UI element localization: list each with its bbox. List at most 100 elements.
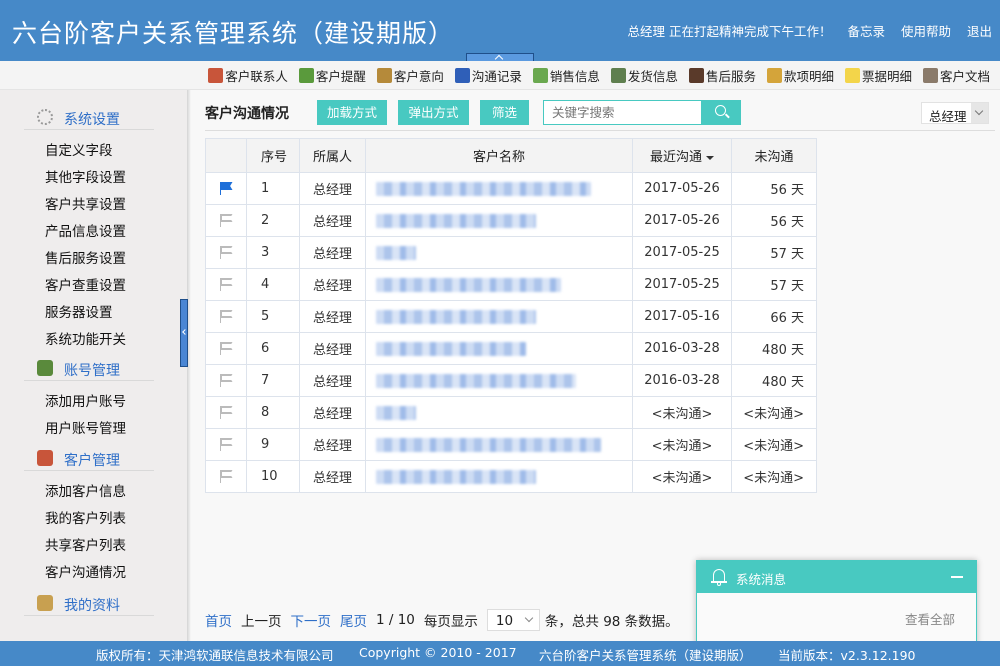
sidebar-item[interactable]: 系统功能开关 [45, 328, 126, 348]
row-customer-name[interactable] [365, 396, 633, 429]
row-customer-name[interactable] [365, 204, 633, 237]
header-collapse-button[interactable] [466, 53, 534, 64]
toolbar-item-label: 客户意向 [393, 69, 444, 84]
toolbar-item-8[interactable]: 票据明细 [844, 66, 912, 85]
row-index: 4 [246, 268, 300, 301]
sidebar-item[interactable]: 自定义字段 [45, 139, 113, 159]
filter-button[interactable]: 筛选 [480, 100, 529, 125]
sidebar-group-label: 客户管理 [64, 453, 120, 469]
search-button[interactable] [701, 100, 741, 125]
load-mode-button[interactable]: 加载方式 [317, 100, 387, 125]
sidebar-item[interactable]: 添加客户信息 [45, 480, 126, 500]
table-row[interactable]: 6 总经理 2016-03-28 480 天 [205, 332, 817, 365]
toolbar-item-0[interactable]: 客户联系人 [208, 66, 288, 85]
sidebar-group-0[interactable]: 系统设置 [24, 104, 154, 130]
sidebar-item[interactable]: 共享客户列表 [45, 534, 126, 554]
row-index: 6 [246, 332, 300, 365]
sidebar-item[interactable]: 用户账号管理 [45, 417, 126, 437]
flag-cell[interactable] [205, 236, 247, 269]
divider [205, 130, 995, 131]
table-row[interactable]: 2 总经理 2017-05-26 56 天 [205, 204, 817, 237]
flag-cell[interactable] [205, 204, 247, 237]
toolbar-item-3[interactable]: 沟通记录 [454, 66, 522, 85]
row-owner: 总经理 [299, 300, 366, 333]
table-row[interactable]: 3 总经理 2017-05-25 57 天 [205, 236, 817, 269]
row-index: 1 [246, 172, 300, 205]
toolbar-item-4[interactable]: 销售信息 [532, 66, 600, 85]
table-row[interactable]: 5 总经理 2017-05-16 66 天 [205, 300, 817, 333]
flag-icon[interactable] [219, 406, 233, 419]
sidebar-group-3[interactable]: 我的资料 [24, 590, 154, 616]
col-days-since: 未沟通 [731, 138, 817, 173]
sidebar-item[interactable]: 添加用户账号 [45, 390, 126, 410]
table-row[interactable]: 9 总经理 <未沟通> <未沟通> [205, 428, 817, 461]
row-customer-name[interactable] [365, 460, 633, 493]
toolbar-item-9[interactable]: 客户文档 [922, 66, 990, 85]
flag-icon[interactable] [219, 438, 233, 451]
row-customer-name[interactable] [365, 428, 633, 461]
row-days-since: 57 天 [731, 268, 817, 301]
popup-mode-button[interactable]: 弹出方式 [398, 100, 469, 125]
keyword-search-input[interactable] [543, 100, 702, 125]
row-customer-name[interactable] [365, 268, 633, 301]
flag-cell[interactable] [205, 332, 247, 365]
help-link[interactable]: 使用帮助 [901, 21, 951, 40]
row-customer-name[interactable] [365, 300, 633, 333]
flag-icon[interactable] [219, 470, 233, 483]
flag-cell[interactable] [205, 172, 247, 205]
flag-icon[interactable] [219, 246, 233, 259]
toolbar-item-6[interactable]: 售后服务 [688, 66, 756, 85]
table-row[interactable]: 1 总经理 2017-05-26 56 天 [205, 172, 817, 205]
users-icon [376, 68, 392, 83]
table-row[interactable]: 7 总经理 2016-03-28 480 天 [205, 364, 817, 397]
toolbar-item-5[interactable]: 发货信息 [610, 66, 678, 85]
row-customer-name[interactable] [365, 236, 633, 269]
col-last-contact[interactable]: 最近沟通 [632, 138, 732, 173]
flag-icon[interactable] [219, 342, 233, 355]
first-page-link[interactable]: 首页 [205, 610, 232, 630]
flag-cell[interactable] [205, 428, 247, 461]
toolbar-item-2[interactable]: 客户意向 [376, 66, 444, 85]
memo-link[interactable]: 备忘录 [847, 21, 885, 40]
toolbar-item-1[interactable]: 客户提醒 [298, 66, 366, 85]
flag-icon[interactable] [219, 374, 233, 387]
flag-cell[interactable] [205, 460, 247, 493]
logout-link[interactable]: 退出 [967, 21, 992, 40]
flag-cell[interactable] [205, 300, 247, 333]
blurred-customer-name [376, 341, 526, 356]
flag-icon[interactable] [219, 214, 233, 227]
row-customer-name[interactable] [365, 364, 633, 397]
minimize-icon[interactable] [951, 576, 963, 578]
flag-cell[interactable] [205, 364, 247, 397]
sidebar-item[interactable]: 客户沟通情况 [45, 561, 126, 581]
row-customer-name[interactable] [365, 332, 633, 365]
sidebar-group-1[interactable]: 账号管理 [24, 355, 154, 381]
sidebar-group-label: 账号管理 [64, 363, 120, 379]
sidebar-group-2[interactable]: 客户管理 [24, 445, 154, 471]
flag-cell[interactable] [205, 396, 247, 429]
sidebar-item[interactable]: 其他字段设置 [45, 166, 126, 186]
flag-icon[interactable] [219, 278, 233, 291]
table-row[interactable]: 10 总经理 <未沟通> <未沟通> [205, 460, 817, 493]
owner-filter-select[interactable]: 总经理 [921, 102, 989, 124]
flag-icon[interactable] [219, 310, 233, 323]
flag-cell[interactable] [205, 268, 247, 301]
flag-icon[interactable] [219, 182, 233, 195]
page-size-select[interactable]: 10 [486, 609, 540, 631]
col-owner: 所属人 [299, 138, 366, 173]
sidebar-item[interactable]: 客户共享设置 [45, 193, 126, 213]
table-row[interactable]: 8 总经理 <未沟通> <未沟通> [205, 396, 817, 429]
sidebar-item[interactable]: 产品信息设置 [45, 220, 126, 240]
row-customer-name[interactable] [365, 172, 633, 205]
view-all-link[interactable]: 查看全部 [905, 609, 955, 628]
sidebar-item[interactable]: 客户查重设置 [45, 274, 126, 294]
sidebar-item[interactable]: 我的客户列表 [45, 507, 126, 527]
next-page-link[interactable]: 下一页 [291, 610, 332, 630]
sidebar-item[interactable]: 服务器设置 [45, 301, 113, 321]
sidebar-item[interactable]: 售后服务设置 [45, 247, 126, 267]
toolbar-item-7[interactable]: 款项明细 [766, 66, 834, 85]
prev-page-link[interactable]: 上一页 [241, 610, 282, 630]
last-page-link[interactable]: 尾页 [340, 610, 367, 630]
sidebar-collapse-button[interactable] [180, 299, 188, 367]
table-row[interactable]: 4 总经理 2017-05-25 57 天 [205, 268, 817, 301]
